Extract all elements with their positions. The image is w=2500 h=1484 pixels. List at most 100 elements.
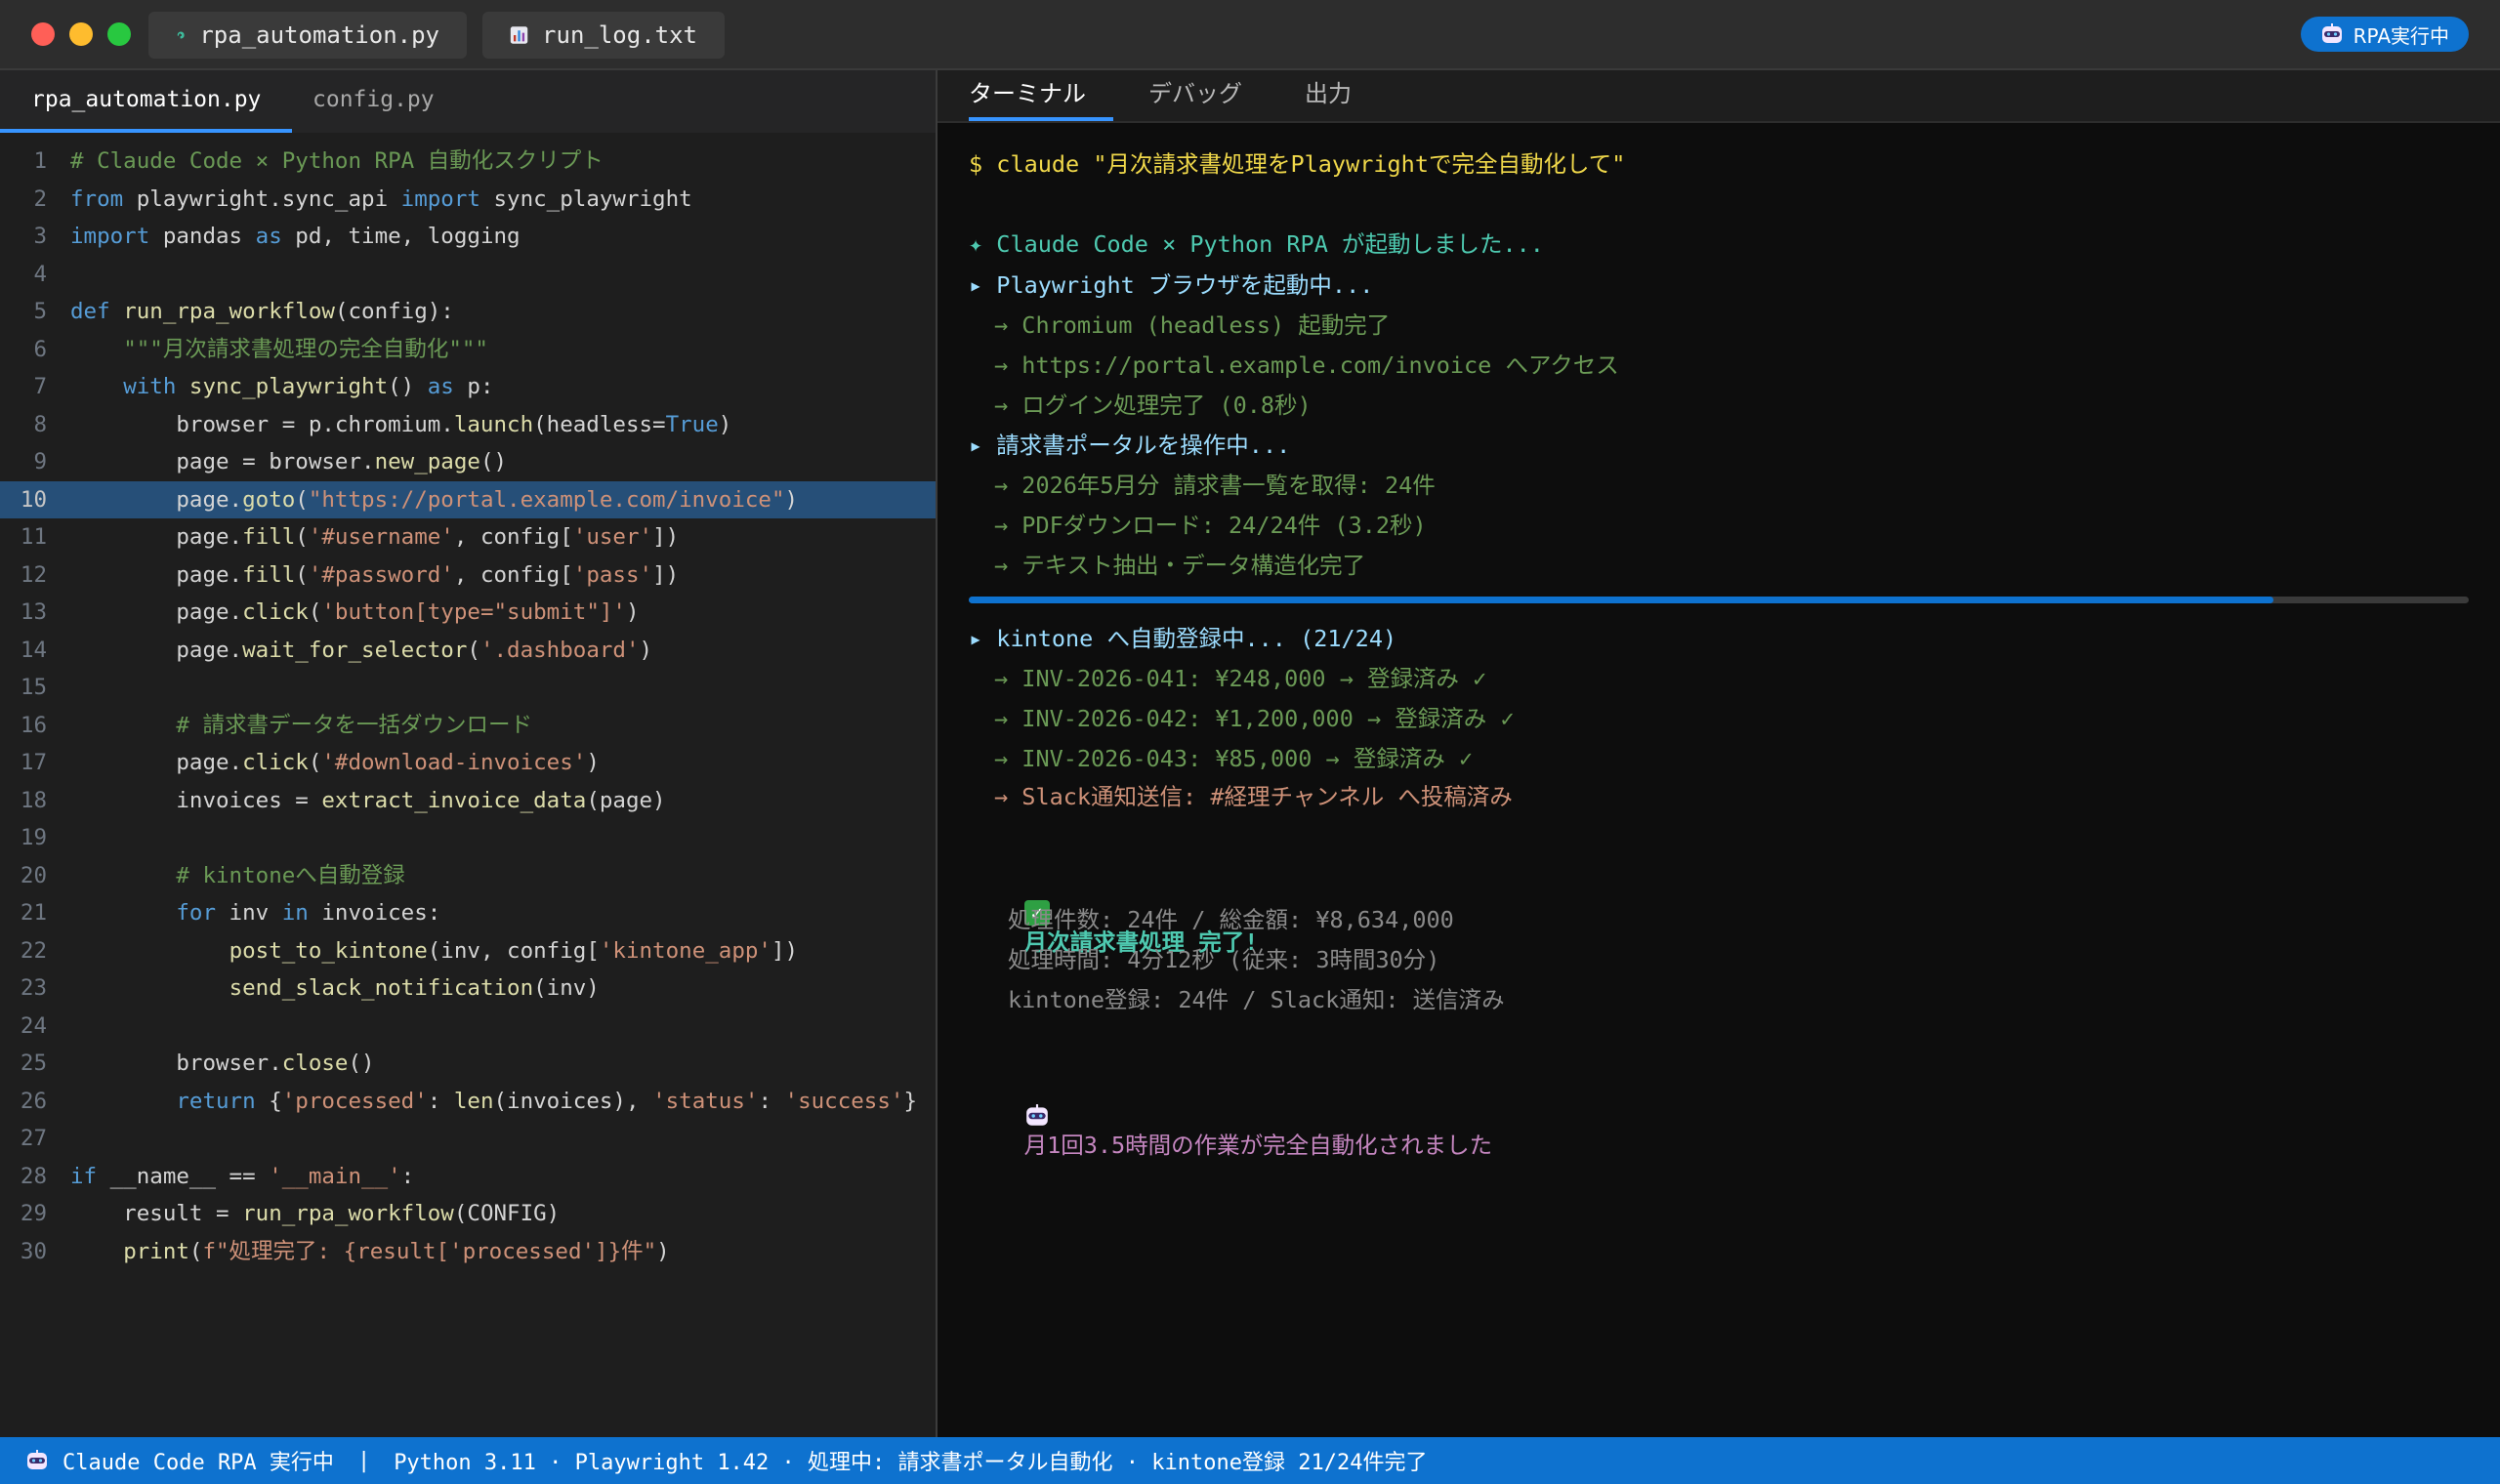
code-text: import pandas as pd, time, logging — [70, 224, 521, 249]
code-line[interactable]: 9 page = browser.new_page() — [0, 443, 936, 481]
code-text: # 請求書データを一括ダウンロード — [70, 712, 532, 738]
line-number: 19 — [20, 825, 47, 850]
editor-tab-rpa-automation[interactable]: rpa_automation.py — [0, 70, 293, 133]
code-line[interactable]: 11 page.fill('#username', config['user']… — [0, 518, 936, 556]
code-text: for inv in invoices: — [176, 900, 441, 926]
terminal-started-line: ✦ Claude Code × Python RPA が起動しました... — [969, 230, 1544, 258]
code-text: post_to_kintone(inv, config['kintone_app… — [229, 937, 799, 964]
code-line[interactable]: 30 print(f"処理完了: {result['processed']}件"… — [0, 1233, 936, 1271]
maximize-window-button[interactable] — [107, 22, 131, 46]
code-area[interactable]: 1 # Claude Code × Python RPA 自動化スクリプト 2 fro… — [0, 143, 936, 1270]
code-line[interactable]: 24 — [0, 1008, 936, 1046]
line-number: 12 — [20, 561, 47, 588]
code-line[interactable]: 23 send_slack_notification(inv) — [0, 969, 936, 1008]
code-line[interactable]: 2 from playwright.sync_api import sync_pl… — [0, 181, 936, 219]
code-line[interactable]: 19 — [0, 819, 936, 857]
tab-output[interactable]: 出力 — [1305, 70, 1352, 121]
code-line[interactable]: 3 import pandas as pd, time, logging — [0, 218, 936, 256]
code-line[interactable]: 21 for inv in invoices: — [0, 894, 936, 932]
line-number: 10 — [20, 486, 47, 513]
code-line[interactable]: 4 — [0, 256, 936, 294]
tab-terminal[interactable]: ターミナル — [969, 70, 1113, 121]
close-window-button[interactable] — [31, 22, 55, 46]
terminal-tab-bar: ターミナル デバッグ 出力 — [938, 70, 2500, 123]
code-line[interactable]: 13 page.click('button[type="submit"]') — [0, 594, 936, 632]
line-number: 9 — [33, 449, 47, 474]
line-number: 30 — [20, 1238, 47, 1264]
final-message: 月1回3.5時間の作業が完全自動化されました — [1023, 1132, 1493, 1159]
terminal-panel[interactable]: ターミナル デバッグ 出力 $ claude "月次請求書処理をPlaywrig… — [938, 70, 2500, 1437]
terminal-final-line: 月1回3.5時間の作業が完全自動化されました — [969, 1067, 1492, 1192]
code-text: browser.close() — [70, 1051, 375, 1076]
line-number: 28 — [20, 1163, 47, 1189]
terminal-step-item: → PDFダウンロード: 24/24件 (3.2秒) — [994, 512, 1427, 539]
robot-icon — [1025, 1103, 1048, 1126]
terminal-command: $ claude "月次請求書処理をPlaywrightで完全自動化して" — [969, 150, 1626, 178]
minimize-window-button[interactable] — [69, 22, 93, 46]
code-line[interactable]: 29 result = run_rpa_workflow(CONFIG) — [0, 1195, 936, 1233]
code-line[interactable]: 14 page.wait_for_selector('.dashboard') — [0, 632, 936, 670]
terminal-step-kintone: ▸ kintone へ自動登録中... (21/24) — [969, 625, 1397, 652]
code-line[interactable]: 27 — [0, 1120, 936, 1158]
code-line[interactable]: 12 page.fill('#password', config['pass']… — [0, 556, 936, 595]
code-line[interactable]: 6 """月次請求書処理の完全自動化""" — [0, 331, 936, 369]
summary-line: kintone登録: 24件 / Slack通知: 送信済み — [1008, 986, 1505, 1013]
window-titlebar: rpa_automation.py run_log.txt RPA実行中 — [0, 0, 2500, 70]
line-number: 13 — [20, 599, 47, 625]
code-line[interactable]: 18 invoices = extract_invoice_data(page) — [0, 782, 936, 820]
line-number: 22 — [20, 937, 47, 964]
code-line[interactable]: 16 # 請求書データを一括ダウンロード — [0, 707, 936, 745]
robot-icon — [2321, 23, 2342, 43]
terminal-step-item: → https://portal.example.com/invoice へアク… — [994, 351, 1619, 379]
file-tab-label: rpa_automation.py — [199, 21, 439, 49]
line-number: 21 — [20, 900, 47, 926]
status-separator: | — [356, 1448, 371, 1473]
code-text: page.fill('#username', config['user']) — [70, 524, 680, 550]
code-text: if __name__ == '__main__': — [70, 1163, 415, 1189]
tab-debug[interactable]: デバッグ — [1148, 70, 1242, 121]
file-tab-rpa-automation[interactable]: rpa_automation.py — [148, 12, 467, 59]
code-line[interactable]: 25 browser.close() — [0, 1045, 936, 1083]
line-number: 26 — [20, 1088, 47, 1114]
line-number: 2 — [33, 186, 47, 212]
editor-tab-config[interactable]: config.py — [281, 70, 466, 133]
code-line[interactable]: 28 if __name__ == '__main__': — [0, 1158, 936, 1196]
code-line[interactable]: 10 page.goto("https://portal.example.com… — [0, 480, 936, 518]
code-text: result = run_rpa_workflow(CONFIG) — [70, 1201, 561, 1226]
terminal-step-item: → Chromium (headless) 起動完了 — [994, 311, 1391, 339]
line-number: 6 — [33, 336, 47, 362]
code-text: browser = p.chromium.launch(headless=Tru… — [70, 411, 732, 437]
terminal-step-item: → テキスト抽出・データ構造化完了 — [994, 552, 1366, 579]
code-line[interactable]: 26 return {'processed': len(invoices), '… — [0, 1083, 936, 1121]
rpa-running-badge: RPA実行中 — [2300, 17, 2469, 52]
line-number: 18 — [20, 787, 47, 813]
terminal-step-item: → 2026年5月分 請求書一覧を取得: 24件 — [994, 472, 1436, 499]
code-line[interactable]: 20 # kintoneへ自動登録 — [0, 857, 936, 895]
line-number: 25 — [20, 1051, 47, 1076]
code-text: from playwright.sync_api import sync_pla… — [70, 186, 692, 212]
status-bar: Claude Code RPA 実行中 | Python 3.11 · Play… — [0, 1437, 2500, 1484]
code-line[interactable]: 17 page.click('#download-invoices') — [0, 744, 936, 782]
terminal-step-item: → INV-2026-043: ¥85,000 → 登録済み ✓ — [994, 745, 1474, 772]
code-editor[interactable]: rpa_automation.py config.py 1 # Claude Co… — [0, 70, 936, 1437]
line-number: 1 — [33, 148, 47, 174]
code-text: page.wait_for_selector('.dashboard') — [70, 637, 653, 663]
code-line[interactable]: 1 # Claude Code × Python RPA 自動化スクリプト — [0, 143, 936, 181]
code-line[interactable]: 7 with sync_playwright() as p: — [0, 368, 936, 406]
code-line[interactable]: 15 — [0, 669, 936, 707]
code-text: # Claude Code × Python RPA 自動化スクリプト — [70, 148, 604, 174]
terminal-step-portal: ▸ 請求書ポータルを操作中... — [969, 432, 1291, 459]
terminal-step-item: → INV-2026-041: ¥248,000 → 登録済み ✓ — [994, 665, 1487, 692]
terminal-step-item: → ログイン処理完了 (0.8秒) — [994, 392, 1312, 419]
code-text: # kintoneへ自動登録 — [70, 862, 405, 888]
code-line[interactable]: 5 def run_rpa_workflow(config): — [0, 293, 936, 331]
line-number: 17 — [20, 750, 47, 775]
code-text: return {'processed': len(invoices), 'sta… — [176, 1088, 917, 1114]
code-line[interactable]: 8 browser = p.chromium.launch(headless=T… — [0, 406, 936, 444]
code-line[interactable]: 22 post_to_kintone(inv, config['kintone_… — [0, 932, 936, 970]
line-number: 27 — [20, 1126, 47, 1151]
file-tab-run-log[interactable]: run_log.txt — [482, 12, 725, 59]
line-number: 7 — [33, 374, 47, 399]
line-number: 11 — [20, 524, 47, 550]
line-number: 14 — [20, 637, 47, 663]
